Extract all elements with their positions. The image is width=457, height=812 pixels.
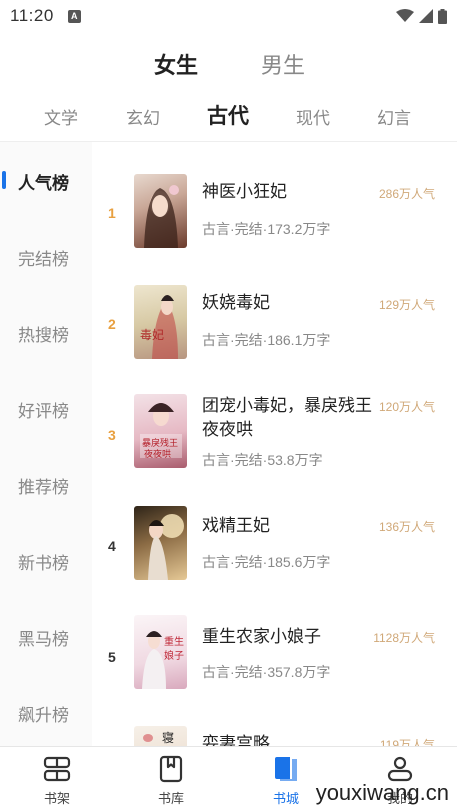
tab-genre-xuanhuan[interactable]: 玄幻 <box>126 104 160 129</box>
active-indicator <box>2 171 6 189</box>
sidebar-item-label: 新书榜 <box>18 554 69 573</box>
profile-icon <box>387 756 413 782</box>
sidebar-item-recommended[interactable]: 推荐榜 <box>0 464 92 504</box>
nav-label: 书架 <box>43 791 70 806</box>
popularity-count: 286万人气 <box>378 187 435 201</box>
popularity-count: 136万人气 <box>378 520 435 534</box>
book-cover[interactable] <box>134 174 187 248</box>
sidebar-item-popular[interactable]: 人气榜 <box>0 160 92 200</box>
list-item[interactable]: 5 重生 娘子 重生农家小娘子 古言·完结·357.8万字 1128万人气 <box>92 615 457 725</box>
ranking-sidebar: 人气榜 完结榜 热搜榜 好评榜 推荐榜 新书榜 黑马榜 飙升榜 <box>0 142 92 746</box>
svg-text:夜夜哄: 夜夜哄 <box>144 448 171 460</box>
list-item[interactable]: 3 暴戾残王 夜夜哄 团宠小毒妃，暴戾残王夜夜哄 古言·完结·53.8万字 120… <box>92 394 457 504</box>
tab-genre-gudai[interactable]: 古代 <box>207 100 249 130</box>
popularity-count: 119万人气 <box>379 738 435 746</box>
rank-number: 1 <box>108 205 116 221</box>
book-ranking-list: 1 神医小狂妃 古言·完结·173.2万字 286万人气 2 毒妃 妖娆毒妃 古… <box>92 142 457 746</box>
sidebar-item-new-books[interactable]: 新书榜 <box>0 540 92 580</box>
wifi-icon <box>396 9 414 22</box>
rank-number: 4 <box>108 538 116 554</box>
sidebar-item-label: 人气榜 <box>18 174 69 193</box>
sidebar-item-label: 飙升榜 <box>18 706 69 725</box>
sidebar-item-label: 完结榜 <box>18 250 69 269</box>
sidebar-item-hot-search[interactable]: 热搜榜 <box>0 312 92 352</box>
svg-text:重生: 重生 <box>164 635 184 648</box>
sidebar-item-label: 热搜榜 <box>18 326 69 345</box>
book-title: 神医小狂妃 <box>202 182 287 201</box>
nav-library[interactable]: 书库 <box>141 755 201 809</box>
popularity-count: 120万人气 <box>378 400 435 414</box>
book-cover[interactable]: 暴戾残王 夜夜哄 <box>134 394 187 468</box>
book-title: 妖娆毒妃 <box>202 293 270 312</box>
book-cover[interactable]: 重生 娘子 <box>134 615 187 689</box>
sidebar-item-top-rated[interactable]: 好评榜 <box>0 388 92 428</box>
sidebar-item-completed[interactable]: 完结榜 <box>0 236 92 276</box>
list-item[interactable]: 4 戏精王妃 古言·完结·185.6万字 136万人气 <box>92 504 457 614</box>
svg-text:娘子: 娘子 <box>164 649 184 662</box>
svg-text:寝: 寝 <box>162 730 174 745</box>
book-title: 娈妻宫略 <box>202 734 270 746</box>
list-item[interactable]: 2 毒妃 妖娆毒妃 古言·完结·186.1万字 129万人气 <box>92 283 457 393</box>
nav-label: 书城 <box>272 791 299 806</box>
sidebar-item-label: 黑马榜 <box>18 630 69 649</box>
book-meta: 古言·完结·185.6万字 <box>202 554 331 570</box>
popularity-count: 1128万人气 <box>373 631 435 645</box>
rank-number: 5 <box>108 649 116 665</box>
tab-genre-xiandai[interactable]: 现代 <box>296 104 330 129</box>
watermark: youxiwang.cn <box>315 780 449 805</box>
sidebar-item-label: 推荐榜 <box>18 478 69 497</box>
battery-icon <box>438 8 447 24</box>
sidebar-item-rising[interactable]: 飙升榜 <box>0 692 92 732</box>
book-meta: 古言·完结·186.1万字 <box>202 332 331 348</box>
signal-icon <box>419 9 433 23</box>
book-meta: 古言·完结·53.8万字 <box>202 452 323 468</box>
book-icon <box>159 755 183 783</box>
nav-bookstore[interactable]: 书城 <box>256 755 316 809</box>
svg-text:毒妃: 毒妃 <box>140 328 164 342</box>
rank-number: 2 <box>108 316 116 332</box>
book-title: 重生农家小娘子 <box>202 627 321 646</box>
book-meta: 古言·完结·357.8万字 <box>202 664 331 680</box>
genre-tabs: 文学 玄幻 古代 现代 幻言 <box>0 100 457 130</box>
popularity-count: 129万人气 <box>378 298 435 312</box>
list-item[interactable]: 1 神医小狂妃 古言·完结·173.2万字 286万人气 <box>92 172 457 282</box>
status-bar: 11:20 A <box>0 0 457 32</box>
gender-tabs: 女生 男生 <box>0 48 457 82</box>
notification-badge-icon: A <box>67 9 81 23</box>
nav-label: 书库 <box>157 791 184 806</box>
tab-genre-wenxue[interactable]: 文学 <box>44 104 78 129</box>
sidebar-item-dark-horse[interactable]: 黑马榜 <box>0 616 92 656</box>
book-cover[interactable]: 毒妃 <box>134 285 187 359</box>
tab-male[interactable]: 男生 <box>261 48 305 80</box>
status-icons <box>396 8 447 24</box>
rank-number: 3 <box>108 427 116 443</box>
bookshelf-icon <box>43 756 71 782</box>
book-cover[interactable] <box>134 506 187 580</box>
svg-text:暴戾残王: 暴戾残王 <box>142 437 178 449</box>
book-meta: 古言·完结·173.2万字 <box>202 221 331 237</box>
nav-bookshelf[interactable]: 书架 <box>27 755 87 809</box>
book-title: 戏精王妃 <box>202 516 270 535</box>
tab-female[interactable]: 女生 <box>154 48 198 80</box>
tab-genre-huanyan[interactable]: 幻言 <box>377 104 411 129</box>
book-title: 团宠小毒妃，暴戾残王夜夜哄 <box>202 396 372 439</box>
list-item[interactable]: 寝 娈妻宫略 119万人气 <box>92 726 457 746</box>
status-time: 11:20 <box>10 6 54 25</box>
book-cover[interactable]: 寝 <box>134 726 187 746</box>
sidebar-item-label: 好评榜 <box>18 402 69 421</box>
bookstore-icon <box>275 757 297 781</box>
